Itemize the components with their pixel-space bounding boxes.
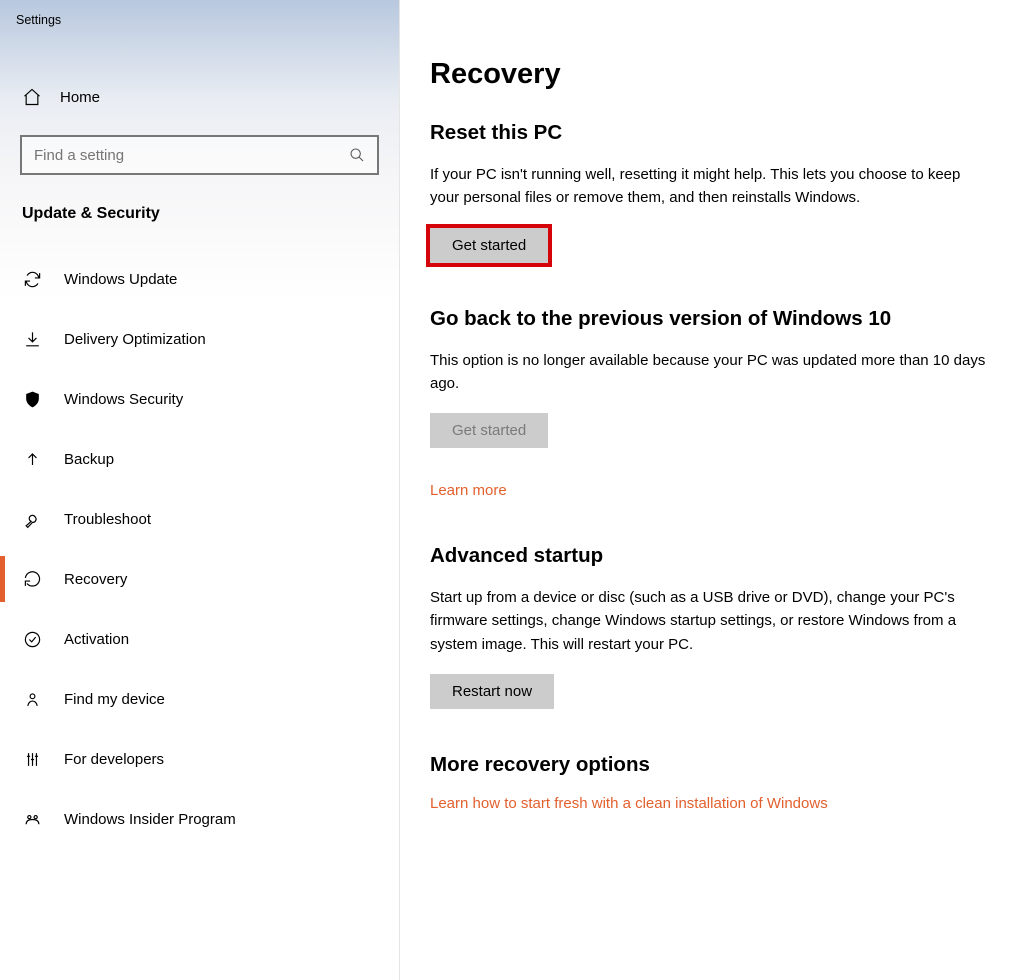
goback-body: This option is no longer available becau… xyxy=(430,349,990,396)
reset-get-started-button[interactable]: Get started xyxy=(430,228,548,263)
reset-heading: Reset this PC xyxy=(430,121,997,145)
sidebar: Settings Home Update & Security xyxy=(0,0,400,980)
nav-home-label: Home xyxy=(60,89,100,106)
advanced-body: Start up from a device or disc (such as … xyxy=(430,586,990,656)
sidebar-item-activation[interactable]: Activation xyxy=(0,609,399,669)
search-icon xyxy=(349,147,365,163)
developers-icon xyxy=(22,749,42,769)
restart-now-button[interactable]: Restart now xyxy=(430,674,554,709)
section-advanced-startup: Advanced startup Start up from a device … xyxy=(430,544,997,709)
goback-heading: Go back to the previous version of Windo… xyxy=(430,307,997,331)
sidebar-item-recovery[interactable]: Recovery xyxy=(0,549,399,609)
search-box[interactable] xyxy=(20,135,379,175)
sidebar-item-label: Delivery Optimization xyxy=(64,331,206,348)
sidebar-item-backup[interactable]: Backup xyxy=(0,429,399,489)
backup-icon xyxy=(22,449,42,469)
check-circle-icon xyxy=(22,629,42,649)
nav-home[interactable]: Home xyxy=(0,75,399,119)
sidebar-item-delivery-optimization[interactable]: Delivery Optimization xyxy=(0,309,399,369)
sidebar-item-label: Find my device xyxy=(64,691,165,708)
sidebar-section-header: Update & Security xyxy=(0,195,399,243)
page-title: Recovery xyxy=(430,58,997,91)
location-icon xyxy=(22,689,42,709)
sidebar-item-windows-security[interactable]: Windows Security xyxy=(0,369,399,429)
sidebar-item-label: Backup xyxy=(64,451,114,468)
sidebar-item-label: Troubleshoot xyxy=(64,511,151,528)
sidebar-item-label: Recovery xyxy=(64,571,127,588)
sidebar-item-label: Activation xyxy=(64,631,129,648)
main-content: Recovery Reset this PC If your PC isn't … xyxy=(400,0,1027,980)
window-title: Settings xyxy=(0,0,399,35)
sidebar-item-windows-insider[interactable]: Windows Insider Program xyxy=(0,789,399,849)
section-reset-pc: Reset this PC If your PC isn't running w… xyxy=(430,121,997,263)
goback-get-started-button: Get started xyxy=(430,413,548,448)
more-heading: More recovery options xyxy=(430,753,997,777)
advanced-heading: Advanced startup xyxy=(430,544,997,568)
sidebar-item-label: For developers xyxy=(64,751,164,768)
reset-body: If your PC isn't running well, resetting… xyxy=(430,163,990,210)
insider-icon xyxy=(22,809,42,829)
home-icon xyxy=(22,87,42,107)
sync-icon xyxy=(22,269,42,289)
shield-icon xyxy=(22,389,42,409)
section-go-back: Go back to the previous version of Windo… xyxy=(430,307,997,501)
wrench-icon xyxy=(22,509,42,529)
start-fresh-link[interactable]: Learn how to start fresh with a clean in… xyxy=(430,795,828,812)
sidebar-item-label: Windows Update xyxy=(64,271,177,288)
download-icon xyxy=(22,329,42,349)
section-more-recovery: More recovery options Learn how to start… xyxy=(430,753,997,813)
sidebar-item-troubleshoot[interactable]: Troubleshoot xyxy=(0,489,399,549)
sidebar-item-windows-update[interactable]: Windows Update xyxy=(0,249,399,309)
sidebar-item-label: Windows Insider Program xyxy=(64,811,236,828)
sidebar-item-label: Windows Security xyxy=(64,391,183,408)
goback-learn-more-link[interactable]: Learn more xyxy=(430,482,507,499)
recovery-icon xyxy=(22,569,42,589)
sidebar-item-for-developers[interactable]: For developers xyxy=(0,729,399,789)
search-input[interactable] xyxy=(22,137,377,173)
sidebar-item-find-my-device[interactable]: Find my device xyxy=(0,669,399,729)
